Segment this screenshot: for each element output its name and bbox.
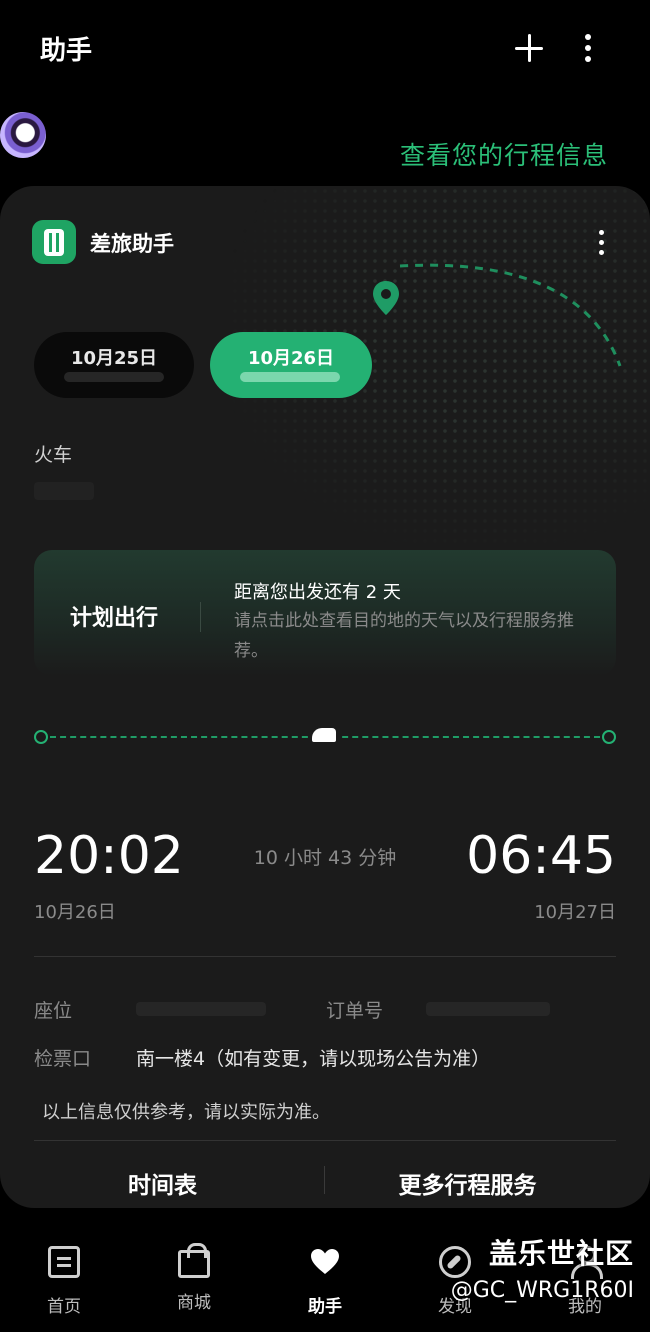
shopping-bag-icon (178, 1243, 210, 1278)
nav-label: 首页 (47, 1297, 81, 1317)
schedule-button[interactable]: 时间表 (0, 1166, 325, 1200)
redacted-route-text (64, 372, 164, 382)
date-tab-label: 10月25日 (70, 348, 158, 369)
top-bar: 助手 (0, 0, 650, 100)
add-icon[interactable] (513, 32, 545, 64)
plan-title: 计划出行 (70, 606, 159, 631)
train-icon (308, 726, 340, 744)
community-watermark: 盖乐世社区 @GC_WRG1R60I (420, 1232, 650, 1312)
redacted-seat-value (136, 1002, 266, 1016)
destination-node (602, 730, 616, 744)
plan-travel-panel[interactable]: 计划出行 距离您出发还有 2 天 请点击此处查看目的地的天气以及行程服务推荐。 (34, 550, 616, 676)
assistant-avatar-icon[interactable] (0, 112, 46, 158)
watermark-handle: @GC_WRG1R60I (450, 1278, 634, 1303)
arrival-date: 10月27日 (534, 902, 616, 923)
suitcase-icon (32, 220, 76, 264)
page-title: 助手 (40, 36, 93, 66)
route-arc-decoration (399, 263, 622, 367)
watermark-title: 盖乐世社区 (488, 1237, 634, 1270)
route-line (34, 726, 616, 750)
nav-label: 助手 (308, 1297, 342, 1317)
nav-item-assistant[interactable]: 助手 (275, 1246, 375, 1317)
seat-label: 座位 (34, 1000, 73, 1022)
nav-item-shop[interactable]: 商城 (144, 1243, 244, 1313)
nav-label: 商城 (177, 1293, 211, 1313)
card-app-name: 差旅助手 (90, 232, 174, 256)
departure-date: 10月26日 (34, 902, 116, 923)
itinerary-headline[interactable]: 查看您的行程信息 (400, 136, 608, 172)
date-tab-label: 10月26日 (247, 348, 335, 369)
date-tab-1[interactable]: 10月25日 (34, 332, 194, 398)
ticket-gate-label: 检票口 (34, 1048, 92, 1070)
travel-assistant-card[interactable]: 差旅助手 10月25日 10月26日 火车 计划出行 距离您出发还有 2 天 请… (0, 186, 650, 1208)
card-more-icon[interactable] (594, 230, 610, 256)
arrival-time: 06:45 (466, 826, 616, 886)
more-options-icon[interactable] (578, 32, 598, 64)
date-tab-2[interactable]: 10月26日 (210, 332, 372, 398)
redacted-route-text (240, 372, 340, 382)
disclaimer-note: 以上信息仅供参考，请以实际为准。 (42, 1102, 330, 1123)
home-icon (48, 1246, 80, 1278)
more-trip-services-button[interactable]: 更多行程服务 (325, 1166, 610, 1200)
divider (34, 956, 616, 957)
divider (34, 1140, 616, 1141)
divider (200, 602, 201, 632)
location-pin-icon (373, 281, 399, 315)
transport-type: 火车 (34, 444, 73, 466)
origin-node (34, 730, 48, 744)
redacted-order-number (426, 1002, 550, 1016)
heart-icon (309, 1246, 341, 1278)
order-number-label: 订单号 (326, 1000, 384, 1022)
departure-countdown: 距离您出发还有 2 天 (234, 582, 401, 603)
redacted-train-number (34, 482, 94, 500)
ticket-gate-value: 南一楼4（如有变更，请以现场公告为准） (136, 1048, 491, 1070)
plan-description: 请点击此处查看目的地的天气以及行程服务推荐。 (234, 611, 574, 661)
nav-item-home[interactable]: 首页 (14, 1246, 114, 1317)
